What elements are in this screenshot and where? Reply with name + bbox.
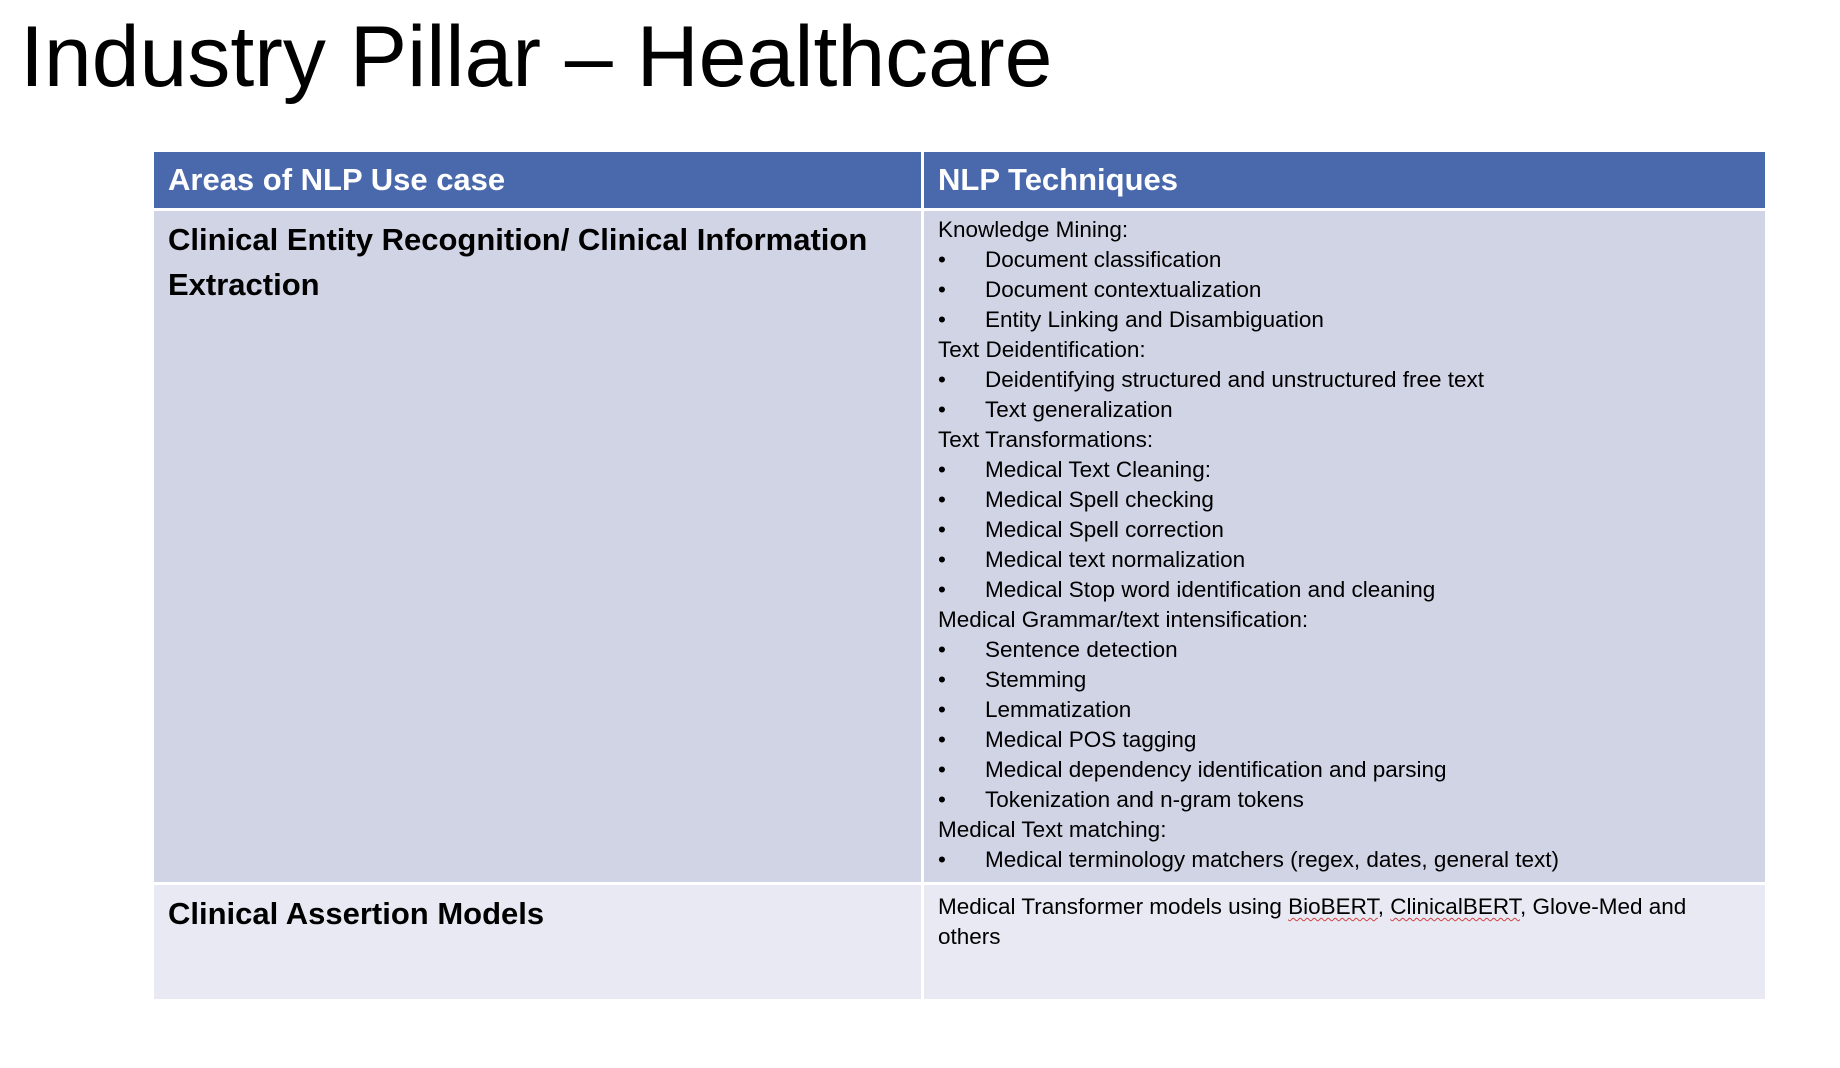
use-case-table: Areas of NLP Use case NLP Techniques Cli… (154, 152, 1765, 999)
bullet-item: • Medical text normalization (938, 545, 1751, 575)
bullet-item: • Medical terminology matchers (regex, da… (938, 845, 1751, 875)
bullet-text: Medical dependency identification and pa… (985, 757, 1447, 782)
bullet-item: • Stemming (938, 665, 1751, 695)
bullet-text: Document contextualization (985, 277, 1262, 302)
bullet-item: • Tokenization and n-gram tokens (938, 785, 1751, 815)
bullet-item: • Entity Linking and Disambiguation (938, 305, 1751, 335)
technique-group-heading: Text Deidentification: (938, 337, 1146, 362)
bullet-glyph: • (938, 487, 946, 512)
bullet-item: • Text generalization (938, 395, 1751, 425)
bullet-glyph: • (938, 397, 946, 422)
bullet-item: • Deidentifying structured and unstructur… (938, 365, 1751, 395)
table-header-row: Areas of NLP Use case NLP Techniques (154, 152, 1765, 211)
table-row: Clinical Entity Recognition/ Clinical In… (154, 211, 1765, 885)
bullet-glyph: • (938, 367, 946, 392)
bullet-glyph: • (938, 517, 946, 542)
bullet-text: Document classification (985, 247, 1222, 272)
bullet-text: Text generalization (985, 397, 1173, 422)
area-clinical-entity-recognition: Clinical Entity Recognition/ Clinical In… (168, 222, 868, 302)
area-cell: Clinical Assertion Models (154, 885, 924, 999)
bullet-text: Stemming (985, 667, 1087, 692)
area-clinical-assertion-models: Clinical Assertion Models (168, 896, 545, 931)
term-biobert: BioBERT (1288, 894, 1378, 919)
bullet-text: Medical Spell correction (985, 517, 1224, 542)
bullet-item: • Medical Stop word identification and cl… (938, 575, 1751, 605)
bullet-glyph: • (938, 757, 946, 782)
bullet-glyph: • (938, 667, 946, 692)
bullet-glyph: • (938, 697, 946, 722)
bullet-text: Lemmatization (985, 697, 1132, 722)
bullet-text: Medical POS tagging (985, 727, 1197, 752)
bullet-glyph: • (938, 247, 946, 272)
area-cell: Clinical Entity Recognition/ Clinical In… (154, 211, 924, 882)
bullet-glyph: • (938, 847, 946, 872)
technique-group-heading: Medical Grammar/text intensification: (938, 607, 1309, 632)
term-clinicalbert: ClinicalBERT (1390, 894, 1520, 919)
techniques-text-prefix: Medical Transformer models using (938, 894, 1289, 919)
techniques-cell: Knowledge Mining: • Document classificatio… (924, 211, 1765, 882)
bullet-item: • Document classification (938, 245, 1751, 275)
bullet-glyph: • (938, 577, 946, 602)
bullet-glyph: • (938, 727, 946, 752)
bullet-item: • Lemmatization (938, 695, 1751, 725)
bullet-glyph: • (938, 307, 946, 332)
bullet-text: Medical Text Cleaning: (985, 457, 1211, 482)
table-row: Clinical Assertion Models Medical Transf… (154, 885, 1765, 999)
slide-title: Industry Pillar – Healthcare (20, 9, 1053, 105)
techniques-list: Knowledge Mining: • Document classificatio… (938, 211, 1751, 875)
technique-group-heading: Medical Text matching: (938, 817, 1167, 842)
bullet-text: Tokenization and n-gram tokens (985, 787, 1304, 812)
bullet-text: Medical text normalization (985, 547, 1246, 572)
bullet-text: Medical Spell checking (985, 487, 1214, 512)
bullet-text: Medical Stop word identification and cle… (985, 577, 1436, 602)
bullet-glyph: • (938, 787, 946, 812)
bullet-item: • Medical Spell correction (938, 515, 1751, 545)
technique-group-heading: Text Transformations: (938, 427, 1154, 452)
technique-group-heading: Knowledge Mining: (938, 217, 1129, 242)
bullet-glyph: • (938, 547, 946, 572)
bullet-text: Entity Linking and Disambiguation (985, 307, 1324, 332)
bullet-glyph: • (938, 457, 946, 482)
bullet-glyph: • (938, 637, 946, 662)
bullet-glyph: • (938, 277, 946, 302)
bullet-item: • Medical dependency identification and p… (938, 755, 1751, 785)
column-header-areas: Areas of NLP Use case (154, 152, 924, 208)
bullet-item: • Sentence detection (938, 635, 1751, 665)
bullet-item: • Medical POS tagging (938, 725, 1751, 755)
bullet-item: • Medical Spell checking (938, 485, 1751, 515)
column-header-techniques: NLP Techniques (924, 152, 1765, 208)
bullet-text: Medical terminology matchers (regex, dat… (985, 847, 1560, 872)
bullet-item: • Medical Text Cleaning: (938, 455, 1751, 485)
techniques-text-separator: , (1377, 894, 1391, 919)
bullet-text: Deidentifying structured and unstructure… (985, 367, 1485, 392)
techniques-paragraph: Medical Transformer models using BioBERT… (938, 885, 1751, 952)
techniques-cell: Medical Transformer models using BioBERT… (924, 885, 1765, 999)
bullet-item: • Document contextualization (938, 275, 1751, 305)
bullet-text: Sentence detection (985, 637, 1178, 662)
